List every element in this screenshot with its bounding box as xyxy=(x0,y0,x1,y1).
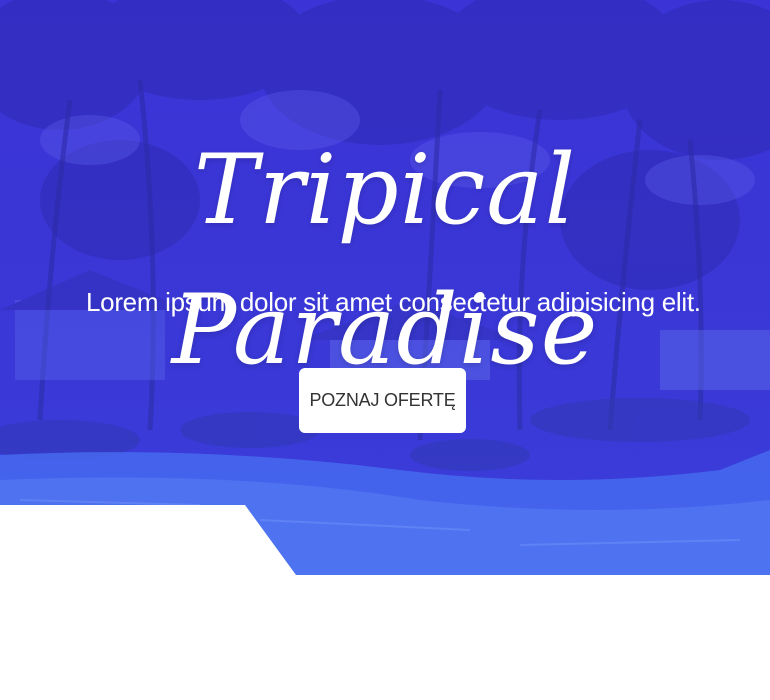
hero-section: Tripical Paradise Lorem ipsum dolor sit … xyxy=(0,0,770,575)
content-area xyxy=(0,575,770,700)
hero-angled-cutout xyxy=(0,505,296,575)
view-offer-button[interactable]: POZNAJ OFERTĘ xyxy=(299,368,466,433)
hero-title: Tripical Paradise xyxy=(171,134,599,386)
hero-subtitle: Lorem ipsum dolor sit amet consectetur a… xyxy=(86,287,701,317)
